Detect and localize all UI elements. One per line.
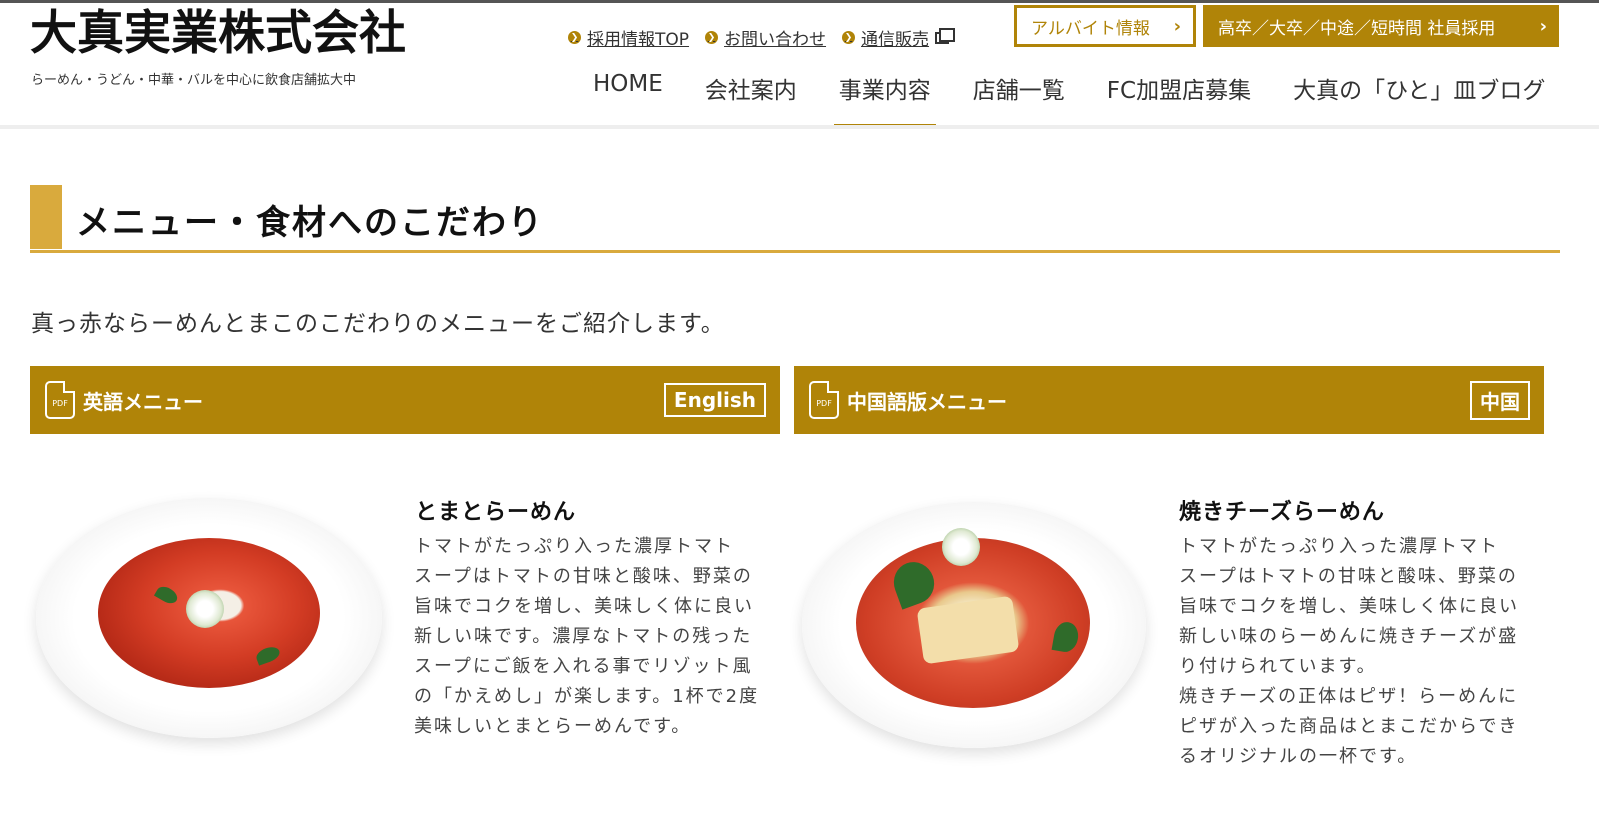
nav-stores[interactable]: 店舗一覧: [952, 66, 1086, 128]
desc-line: スープはトマトの甘味と酸味、野菜の: [414, 566, 753, 587]
pdf-menu-label: 英語メニュー: [83, 389, 203, 414]
chevron-right-icon: ›: [1539, 15, 1547, 37]
util-link-contact[interactable]: ❯ お問い合わせ: [705, 25, 826, 50]
arbeit-info-button[interactable]: アルバイト情報 ›: [1014, 5, 1196, 47]
chevron-right-icon: ❯: [705, 31, 719, 44]
util-link-label: 通信販売: [861, 30, 930, 50]
desc-line: 美味しいとまとらーめんです。: [414, 716, 692, 737]
employee-recruit-button[interactable]: 高卒／大卒／中途／短時間 社員採用 ›: [1203, 5, 1559, 47]
top-rule: [0, 0, 1599, 3]
nav-business[interactable]: 事業内容: [818, 66, 952, 128]
dish-description: トマトがたっぷり入った濃厚トマト スープはトマトの甘味と酸味、野菜の 旨味でコク…: [414, 532, 759, 742]
heading-flag-icon: [30, 185, 62, 249]
company-logo[interactable]: 大真実業株式会社: [30, 8, 406, 60]
employee-recruit-label: 高卒／大卒／中途／短時間 社員採用: [1218, 18, 1496, 39]
pdf-icon: PDF: [809, 381, 839, 419]
utility-links: ❯ 採用情報TOP ❯ お問い合わせ ❯ 通信販売: [568, 25, 956, 50]
header-divider: [0, 125, 1599, 129]
desc-line: り付けられています。: [1179, 656, 1377, 677]
dish-name: 焼きチーズらーめん: [1179, 500, 1385, 525]
sprout-garnish: [186, 590, 224, 628]
language-badge: English: [663, 383, 766, 417]
desc-line: トマトがたっぷり入った濃厚トマト: [1179, 536, 1499, 557]
desc-line: 焼きチーズの正体はピザ！らーめんに: [1179, 686, 1519, 707]
util-link-recruit-top[interactable]: ❯ 採用情報TOP: [568, 25, 689, 50]
sprout-garnish: [942, 528, 980, 566]
arbeit-info-label: アルバイト情報: [1031, 18, 1150, 39]
desc-line: ピザが入った商品はとまこだからでき: [1179, 716, 1519, 737]
dish-name: とまとらーめん: [415, 500, 577, 525]
chevron-right-icon: ❯: [568, 31, 581, 44]
nav-company[interactable]: 会社案内: [684, 66, 818, 128]
chinese-menu-pdf-link[interactable]: PDF 中国語版メニュー 中国: [794, 366, 1544, 434]
desc-line: の「かえめし」が楽します。1杯で2度: [414, 686, 760, 707]
desc-line: 新しい味のらーめんに焼きチーズが盛: [1179, 626, 1519, 647]
dish-photo-grilled-cheese-ramen: [802, 502, 1146, 748]
page-title: メニュー・食材へのこだわり: [76, 203, 544, 243]
util-link-label: 採用情報TOP: [587, 30, 690, 50]
pdf-menu-label: 中国語版メニュー: [847, 389, 1007, 414]
util-link-label: お問い合わせ: [724, 30, 827, 50]
nav-blog[interactable]: 大真の「ひと」皿ブログ: [1272, 66, 1566, 128]
nav-home[interactable]: HOME: [572, 66, 684, 128]
external-window-icon: [935, 27, 956, 44]
dish-description: トマトがたっぷり入った濃厚トマト スープはトマトの甘味と酸味、野菜の 旨味でコク…: [1179, 532, 1519, 772]
desc-line: トマトがたっぷり入った濃厚トマト: [414, 536, 734, 557]
chevron-right-icon: ❯: [842, 31, 856, 44]
desc-line: 旨味でコクを増し、美味しく体に良い: [414, 596, 754, 617]
english-menu-pdf-link[interactable]: PDF 英語メニュー English: [30, 366, 780, 434]
pdf-icon: PDF: [45, 381, 75, 419]
desc-line: スープはトマトの甘味と酸味、野菜の: [1179, 566, 1518, 587]
main-nav: HOME 会社案内 事業内容 店舗一覧 FC加盟店募集 大真の「ひと」皿ブログ: [572, 66, 1566, 128]
desc-line: るオリジナルの一杯です。: [1179, 746, 1418, 767]
language-badge: 中国: [1470, 380, 1530, 420]
util-link-mail-order[interactable]: ❯ 通信販売: [842, 25, 956, 50]
section-heading: メニュー・食材へのこだわり: [30, 185, 1560, 253]
desc-line: 新しい味です。濃厚なトマトの残った: [414, 626, 753, 647]
dish-photo-tomato-ramen: [36, 498, 382, 738]
desc-line: 旨味でコクを増し、美味しく体に良い: [1179, 596, 1519, 617]
intro-text: 真っ赤ならーめんとまこのこだわりのメニューをご紹介します。: [31, 311, 725, 337]
chevron-right-icon: ›: [1173, 15, 1181, 37]
tagline: らーめん・うどん・中華・バルを中心に飲食店舗拡大中: [31, 73, 357, 88]
desc-line: スープにご飯を入れる事でリゾット風: [414, 656, 753, 677]
nav-franchise[interactable]: FC加盟店募集: [1086, 66, 1272, 128]
